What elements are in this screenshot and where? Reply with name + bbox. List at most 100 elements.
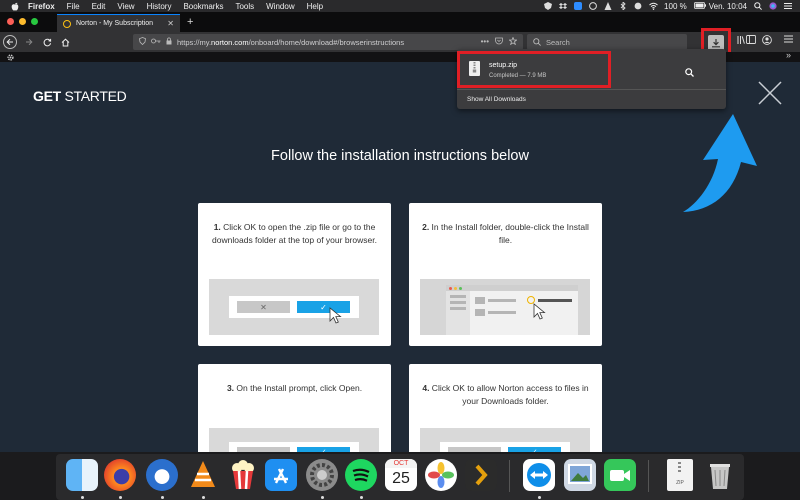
download-filename: setup.zip xyxy=(489,62,518,69)
downloads-panel: setup.zip Completed — 7.9 MB Show All Do… xyxy=(457,49,726,109)
menu-view[interactable]: View xyxy=(117,2,134,11)
facetime-icon[interactable] xyxy=(604,459,636,491)
menu-app-firefox[interactable]: Firefox xyxy=(28,2,55,11)
norton-page: GET STARTED Follow the installation inst… xyxy=(0,62,800,452)
calendar-month: OCT xyxy=(385,459,417,468)
pocket-icon[interactable] xyxy=(495,37,503,47)
overflow-chevron-icon[interactable]: » xyxy=(786,50,791,60)
mouse-cursor-icon xyxy=(533,303,546,320)
battery-icon[interactable] xyxy=(693,2,706,10)
firefox-icon[interactable] xyxy=(104,459,136,491)
norton-favicon-icon xyxy=(63,19,71,28)
show-in-folder-search-icon[interactable] xyxy=(653,61,726,83)
popcorn-time-icon[interactable] xyxy=(227,459,259,491)
app-store-icon[interactable] xyxy=(265,459,297,491)
url-text: https://my.norton.com/onboard/home/downl… xyxy=(177,37,405,47)
step-3-illustration: ✓ xyxy=(209,428,379,452)
notification-center-icon[interactable] xyxy=(784,2,792,10)
window-minimize-button[interactable] xyxy=(19,18,26,25)
instructions-heading: Follow the installation instructions bel… xyxy=(271,148,529,164)
page-title: GET STARTED xyxy=(33,88,127,104)
up-arrow-icon xyxy=(683,114,757,212)
page-actions-icon[interactable]: ••• xyxy=(481,37,489,47)
step-4-text: 4. Click OK to allow Norton access to fi… xyxy=(422,383,589,406)
calendar-icon[interactable]: OCT 25 xyxy=(385,459,417,491)
menu-window[interactable]: Window xyxy=(266,2,294,11)
step-4-illustration: ✓ xyxy=(420,428,590,452)
flux-icon[interactable] xyxy=(634,2,642,10)
preview-icon[interactable] xyxy=(564,459,596,491)
home-button[interactable] xyxy=(58,35,72,49)
wifi-icon[interactable] xyxy=(649,2,658,10)
hamburger-menu-icon[interactable] xyxy=(784,35,793,45)
spotify-icon[interactable] xyxy=(345,459,377,491)
close-icon[interactable] xyxy=(757,80,783,106)
menu-edit[interactable]: Edit xyxy=(92,2,106,11)
illustration-cancel-icon: ✕ xyxy=(237,301,290,313)
step-3-text: 3. On the Install prompt, click Open. xyxy=(226,383,363,393)
permissions-key-icon[interactable] xyxy=(151,38,161,46)
step-card-2: 2. In the Install folder, double-click t… xyxy=(409,203,602,346)
address-bar[interactable]: https://my.norton.com/onboard/home/downl… xyxy=(133,34,523,50)
window-close-button[interactable] xyxy=(7,18,14,25)
menu-history[interactable]: History xyxy=(147,2,172,11)
download-highlight-box xyxy=(457,51,611,88)
bluetooth-icon[interactable] xyxy=(619,0,627,12)
apple-menu-icon[interactable] xyxy=(10,1,20,11)
step-card-1: 1. Click OK to open the .zip file or go … xyxy=(198,203,391,346)
download-item-setup-zip[interactable]: setup.zip Completed — 7.9 MB xyxy=(457,49,726,89)
battery-percent: 100 % xyxy=(664,1,687,11)
tab-norton-subscription[interactable]: Norton - My Subscription ✕ xyxy=(57,14,180,32)
settings-gear-icon[interactable] xyxy=(6,53,15,62)
panel-divider xyxy=(457,89,726,90)
search-placeholder: Search xyxy=(546,37,570,47)
step-card-4: 4. Click OK to allow Norton access to fi… xyxy=(409,364,602,452)
teamviewer-tray-icon[interactable] xyxy=(574,2,583,10)
reload-button[interactable] xyxy=(40,35,54,49)
tab-bar: Norton - My Subscription ✕ + xyxy=(0,12,800,32)
window-zoom-button[interactable] xyxy=(31,18,38,25)
circle-status-icon[interactable] xyxy=(589,2,597,10)
macos-dock: OCT 25 ZIP xyxy=(0,452,800,500)
menu-bookmarks[interactable]: Bookmarks xyxy=(183,2,223,11)
step-1-illustration: ✕ ✓ xyxy=(209,279,379,335)
mouse-cursor-icon xyxy=(329,307,342,324)
zip-label: ZIP xyxy=(676,480,684,486)
download-status: Completed — 7.9 MB xyxy=(489,73,547,79)
show-all-downloads-link[interactable]: Show All Downloads xyxy=(467,96,526,103)
library-icon[interactable] xyxy=(737,35,745,47)
plex-icon[interactable] xyxy=(465,459,497,491)
macos-menu-bar: Firefox File Edit View History Bookmarks… xyxy=(0,0,800,12)
siri-icon[interactable] xyxy=(769,2,777,10)
back-arrow-icon xyxy=(6,38,13,46)
reload-icon xyxy=(43,38,51,46)
spotlight-search-icon[interactable] xyxy=(754,2,762,10)
sidebar-icon[interactable] xyxy=(746,35,756,46)
back-button[interactable] xyxy=(3,35,17,49)
teamviewer-icon[interactable] xyxy=(523,459,555,491)
tab-close-icon[interactable]: ✕ xyxy=(167,19,174,28)
thunderbird-icon[interactable] xyxy=(146,459,178,491)
tracking-protection-icon[interactable] xyxy=(139,37,146,47)
photos-icon[interactable] xyxy=(425,459,457,491)
forward-button[interactable] xyxy=(22,35,36,49)
step-2-text: 2. In the Install folder, double-click t… xyxy=(422,222,589,245)
system-preferences-icon[interactable] xyxy=(306,459,338,491)
menu-file[interactable]: File xyxy=(67,2,80,11)
account-icon[interactable] xyxy=(762,35,772,47)
vlc-tray-icon[interactable] xyxy=(604,2,612,10)
dropbox-icon[interactable] xyxy=(559,2,568,10)
zip-archive-icon[interactable]: ZIP xyxy=(667,459,693,491)
trash-icon[interactable] xyxy=(704,459,736,491)
menu-help[interactable]: Help xyxy=(307,2,323,11)
finder-icon[interactable] xyxy=(66,459,98,491)
search-bar[interactable]: Search xyxy=(527,34,687,50)
new-tab-button[interactable]: + xyxy=(187,16,193,28)
vlc-icon[interactable] xyxy=(187,459,219,491)
step-2-illustration xyxy=(420,279,590,335)
bookmark-star-icon[interactable] xyxy=(508,36,518,47)
shield-status-icon[interactable] xyxy=(544,2,553,10)
clock[interactable]: Ven. 10:04 xyxy=(709,2,747,11)
lock-icon[interactable] xyxy=(166,37,172,47)
menu-tools[interactable]: Tools xyxy=(235,2,254,11)
